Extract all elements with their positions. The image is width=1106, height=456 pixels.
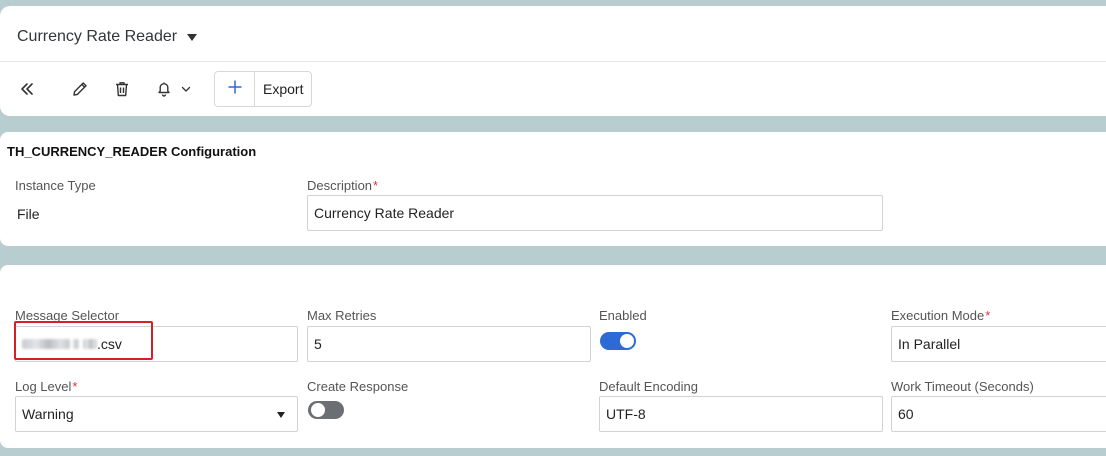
double-chevron-left-icon[interactable] — [16, 78, 38, 100]
settings-card: Message Selector Max Retries Enabled Exe… — [0, 265, 1106, 448]
default-encoding-label: Default Encoding — [599, 379, 699, 394]
instance-type-value: File — [17, 206, 40, 222]
log-level-label: Log Level* — [15, 379, 77, 394]
required-marker: * — [72, 379, 78, 394]
add-button[interactable] — [215, 72, 255, 106]
toggle-knob — [311, 403, 325, 417]
bell-icon[interactable] — [153, 78, 175, 100]
execution-mode-select[interactable]: In Parallel — [891, 326, 1106, 362]
chevron-down-icon — [277, 412, 285, 418]
highlight-box — [14, 321, 153, 360]
default-encoding-input[interactable]: UTF-8 — [599, 396, 883, 432]
log-level-label-text: Log Level — [15, 379, 72, 394]
action-button-group: Export — [214, 71, 313, 107]
toolbar: Export — [0, 62, 1106, 116]
description-input[interactable]: Currency Rate Reader — [307, 195, 883, 231]
description-label: Description* — [307, 178, 378, 193]
enabled-label: Enabled — [599, 308, 647, 323]
toggle-knob — [620, 334, 634, 348]
max-retries-label: Max Retries — [307, 308, 377, 323]
chevron-down-icon[interactable] — [175, 78, 197, 100]
log-level-select[interactable]: Warning — [15, 396, 298, 432]
pencil-icon[interactable] — [69, 78, 91, 100]
title-dropdown-icon[interactable] — [187, 33, 198, 41]
required-marker: * — [985, 308, 991, 323]
export-button[interactable]: Export — [255, 72, 311, 106]
instance-type-label: Instance Type — [15, 178, 96, 193]
page-title: Currency Rate Reader — [17, 28, 178, 45]
plus-icon — [227, 79, 243, 100]
configuration-card: TH_CURRENCY_READER Configuration Instanc… — [0, 132, 1106, 246]
max-retries-input[interactable]: 5 — [307, 326, 591, 362]
execution-mode-label-text: Execution Mode — [891, 308, 985, 323]
create-response-toggle[interactable] — [308, 401, 344, 419]
required-marker: * — [373, 178, 379, 193]
work-timeout-input[interactable]: 60 — [891, 396, 1106, 432]
work-timeout-label: Work Timeout (Seconds) — [891, 379, 1034, 394]
page-header: Currency Rate Reader Export — [0, 6, 1106, 116]
configuration-title: TH_CURRENCY_READER Configuration — [7, 144, 257, 159]
execution-mode-label: Execution Mode* — [891, 308, 990, 323]
trash-icon[interactable] — [111, 78, 133, 100]
log-level-value: Warning — [22, 406, 74, 422]
description-label-text: Description — [307, 178, 373, 193]
create-response-label: Create Response — [307, 379, 409, 394]
enabled-toggle[interactable] — [600, 332, 636, 350]
title-row: Currency Rate Reader — [17, 28, 198, 46]
